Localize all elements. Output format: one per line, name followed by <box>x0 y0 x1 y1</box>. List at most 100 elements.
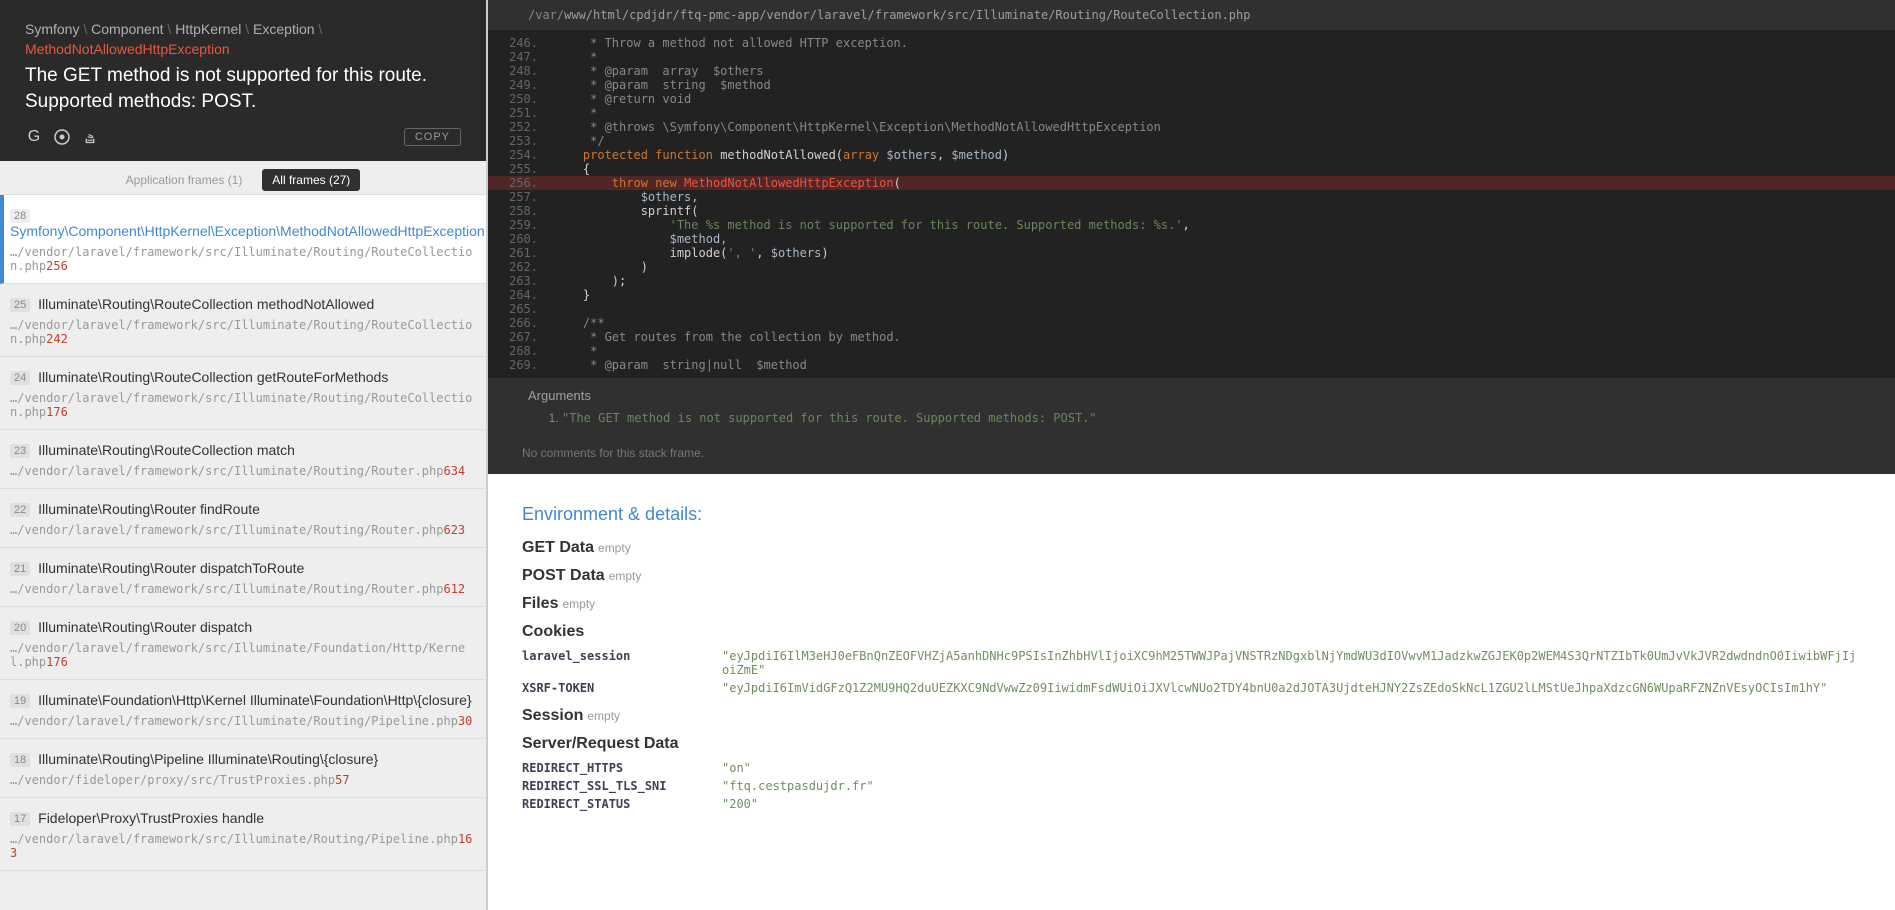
breadcrumb-part: Exception <box>253 21 314 37</box>
frame-path: …/vendor/laravel/framework/src/Illuminat… <box>10 391 476 419</box>
frame-path: …/vendor/laravel/framework/src/Illuminat… <box>10 714 476 728</box>
kv-value: "eyJpdiI6IlM3eHJ0eFBnQnZEOFVHZjA5anhDNHc… <box>722 647 1861 679</box>
code-line: 252. * @throws \Symfony\Component\HttpKe… <box>488 120 1895 134</box>
frame-path: …/vendor/laravel/framework/src/Illuminat… <box>10 318 476 346</box>
kv-key: laravel_session <box>522 647 722 679</box>
frame-path: …/vendor/laravel/framework/src/Illuminat… <box>10 245 476 273</box>
frame-title: Illuminate\Foundation\Http\Kernel Illumi… <box>38 692 471 708</box>
code-file-path: /var/www/html/cpdjdr/ftq-pmc-app/vendor/… <box>488 0 1895 30</box>
code-line: 246. * Throw a method not allowed HTTP e… <box>488 36 1895 50</box>
code-line: 269. * @param string|null $method <box>488 358 1895 372</box>
frame-title: Fideloper\Proxy\TrustProxies handle <box>38 810 264 826</box>
exception-message: The GET method is not supported for this… <box>25 63 461 114</box>
code-block: /var/www/html/cpdjdr/ftq-pmc-app/vendor/… <box>488 0 1895 474</box>
section-label: Session <box>522 707 583 725</box>
code-line: 264. } <box>488 288 1895 302</box>
environment-details: Environment & details: GET DataemptyPOST… <box>488 474 1895 853</box>
table-row: XSRF-TOKEN"eyJpdiI6ImVidGFzQ1Z2MU9HQ2duU… <box>522 679 1861 697</box>
breadcrumb-part: HttpKernel <box>175 21 241 37</box>
frame-index: 20 <box>10 621 30 635</box>
arguments-section: Arguments "The GET method is not support… <box>488 378 1895 440</box>
code-line: 254. protected function methodNotAllowed… <box>488 148 1895 162</box>
detail-section: Cookies laravel_session"eyJpdiI6IlM3eHJ0e… <box>522 623 1861 697</box>
kv-key: XSRF-TOKEN <box>522 679 722 697</box>
kv-value: "eyJpdiI6ImVidGFzQ1Z2MU9HQ2duUEZKXC9NdVw… <box>722 679 1861 697</box>
kv-key: REDIRECT_SSL_TLS_SNI <box>522 777 722 795</box>
frame-index: 25 <box>10 298 30 312</box>
code-line: 257. $others, <box>488 190 1895 204</box>
frame-title: Illuminate\Routing\RouteCollection match <box>38 442 295 458</box>
breadcrumb-part: Component <box>91 21 163 37</box>
table-row: REDIRECT_HTTPS"on" <box>522 759 1861 777</box>
breadcrumb-part: Symfony <box>25 21 79 37</box>
frame-index: 24 <box>10 371 30 385</box>
code-line: 256. throw new MethodNotAllowedHttpExcep… <box>488 176 1895 190</box>
right-panel[interactable]: /var/www/html/cpdjdr/ftq-pmc-app/vendor/… <box>488 0 1895 910</box>
stack-frame[interactable]: 23 Illuminate\Routing\RouteCollection ma… <box>0 430 486 489</box>
code-line: 249. * @param string $method <box>488 78 1895 92</box>
section-empty: empty <box>587 709 620 723</box>
detail-section: POST Data empty <box>522 567 1861 585</box>
table-row: REDIRECT_SSL_TLS_SNI"ftq.cestpasdujdr.fr… <box>522 777 1861 795</box>
stack-frame[interactable]: 21 Illuminate\Routing\Router dispatchToR… <box>0 548 486 607</box>
code-line: 260. $method, <box>488 232 1895 246</box>
exception-header: Symfony \ Component \ HttpKernel \ Excep… <box>0 0 486 161</box>
table-row: laravel_session"eyJpdiI6IlM3eHJ0eFBnQnZE… <box>522 647 1861 679</box>
frame-index: 17 <box>10 812 30 826</box>
kv-value: "ftq.cestpasdujdr.fr" <box>722 777 1861 795</box>
code-line: 258. sprintf( <box>488 204 1895 218</box>
frame-path: …/vendor/laravel/framework/src/Illuminat… <box>10 641 476 669</box>
stack-frame[interactable]: 19 Illuminate\Foundation\Http\Kernel Ill… <box>0 680 486 739</box>
stack-frame[interactable]: 24 Illuminate\Routing\RouteCollection ge… <box>0 357 486 430</box>
detail-section: Session empty <box>522 707 1861 725</box>
section-label: Files <box>522 595 558 613</box>
stack-frames-list[interactable]: 28 Symfony\Component\HttpKernel\Exceptio… <box>0 195 486 910</box>
arguments-label: Arguments <box>528 388 1855 403</box>
frame-title: Illuminate\Routing\RouteCollection metho… <box>38 296 374 312</box>
stack-frame[interactable]: 28 Symfony\Component\HttpKernel\Exceptio… <box>0 195 486 284</box>
frame-index: 28 <box>10 209 30 223</box>
section-label: Server/Request Data <box>522 735 679 753</box>
code-line: 248. * @param array $others <box>488 64 1895 78</box>
detail-section: Server/Request DataREDIRECT_HTTPS"on"RED… <box>522 735 1861 813</box>
left-panel: Symfony \ Component \ HttpKernel \ Excep… <box>0 0 488 910</box>
argument-item: "The GET method is not supported for thi… <box>562 411 1855 425</box>
filter-application-frames[interactable]: Application frames (1) <box>126 173 243 187</box>
breadcrumb: Symfony \ Component \ HttpKernel \ Excep… <box>25 20 461 59</box>
google-icon[interactable]: G <box>25 128 43 146</box>
stackoverflow-icon[interactable] <box>81 128 99 146</box>
kv-table: REDIRECT_HTTPS"on"REDIRECT_SSL_TLS_SNI"f… <box>522 759 1861 813</box>
copy-button[interactable]: COPY <box>404 128 461 146</box>
frames-filter: Application frames (1) All frames (27) <box>0 161 486 195</box>
frame-path: …/vendor/fideloper/proxy/src/TrustProxie… <box>10 773 476 787</box>
frame-title: Illuminate\Routing\Router dispatchToRout… <box>38 560 304 576</box>
code-line: 263. ); <box>488 274 1895 288</box>
filter-all-frames[interactable]: All frames (27) <box>262 169 360 191</box>
frame-path: …/vendor/laravel/framework/src/Illuminat… <box>10 832 476 860</box>
stack-frame[interactable]: 25 Illuminate\Routing\RouteCollection me… <box>0 284 486 357</box>
code-line: 247. * <box>488 50 1895 64</box>
section-label: Cookies <box>522 623 584 641</box>
section-empty: empty <box>609 569 642 583</box>
frame-path: …/vendor/laravel/framework/src/Illuminat… <box>10 523 476 537</box>
frame-title: Illuminate\Routing\Router dispatch <box>38 619 252 635</box>
breadcrumb-part: MethodNotAllowedHttpException <box>25 41 230 57</box>
code-line: 268. * <box>488 344 1895 358</box>
section-empty: empty <box>598 541 631 555</box>
section-label: POST Data <box>522 567 605 585</box>
kv-key: REDIRECT_HTTPS <box>522 759 722 777</box>
code-line: 266. /** <box>488 316 1895 330</box>
kv-table: laravel_session"eyJpdiI6IlM3eHJ0eFBnQnZE… <box>522 647 1861 697</box>
stack-frame[interactable]: 20 Illuminate\Routing\Router dispatch …/… <box>0 607 486 680</box>
duckduckgo-icon[interactable] <box>53 128 71 146</box>
frame-title: Illuminate\Routing\Pipeline Illuminate\R… <box>38 751 378 767</box>
stack-frame[interactable]: 22 Illuminate\Routing\Router findRoute …… <box>0 489 486 548</box>
kv-value: "on" <box>722 759 1861 777</box>
frame-index: 18 <box>10 753 30 767</box>
code-line: 261. implode(', ', $others) <box>488 246 1895 260</box>
stack-frame[interactable]: 18 Illuminate\Routing\Pipeline Illuminat… <box>0 739 486 798</box>
kv-key: REDIRECT_STATUS <box>522 795 722 813</box>
frame-index: 19 <box>10 694 30 708</box>
stack-frame[interactable]: 17 Fideloper\Proxy\TrustProxies handle …… <box>0 798 486 871</box>
env-details-header: Environment & details: <box>522 504 1861 525</box>
